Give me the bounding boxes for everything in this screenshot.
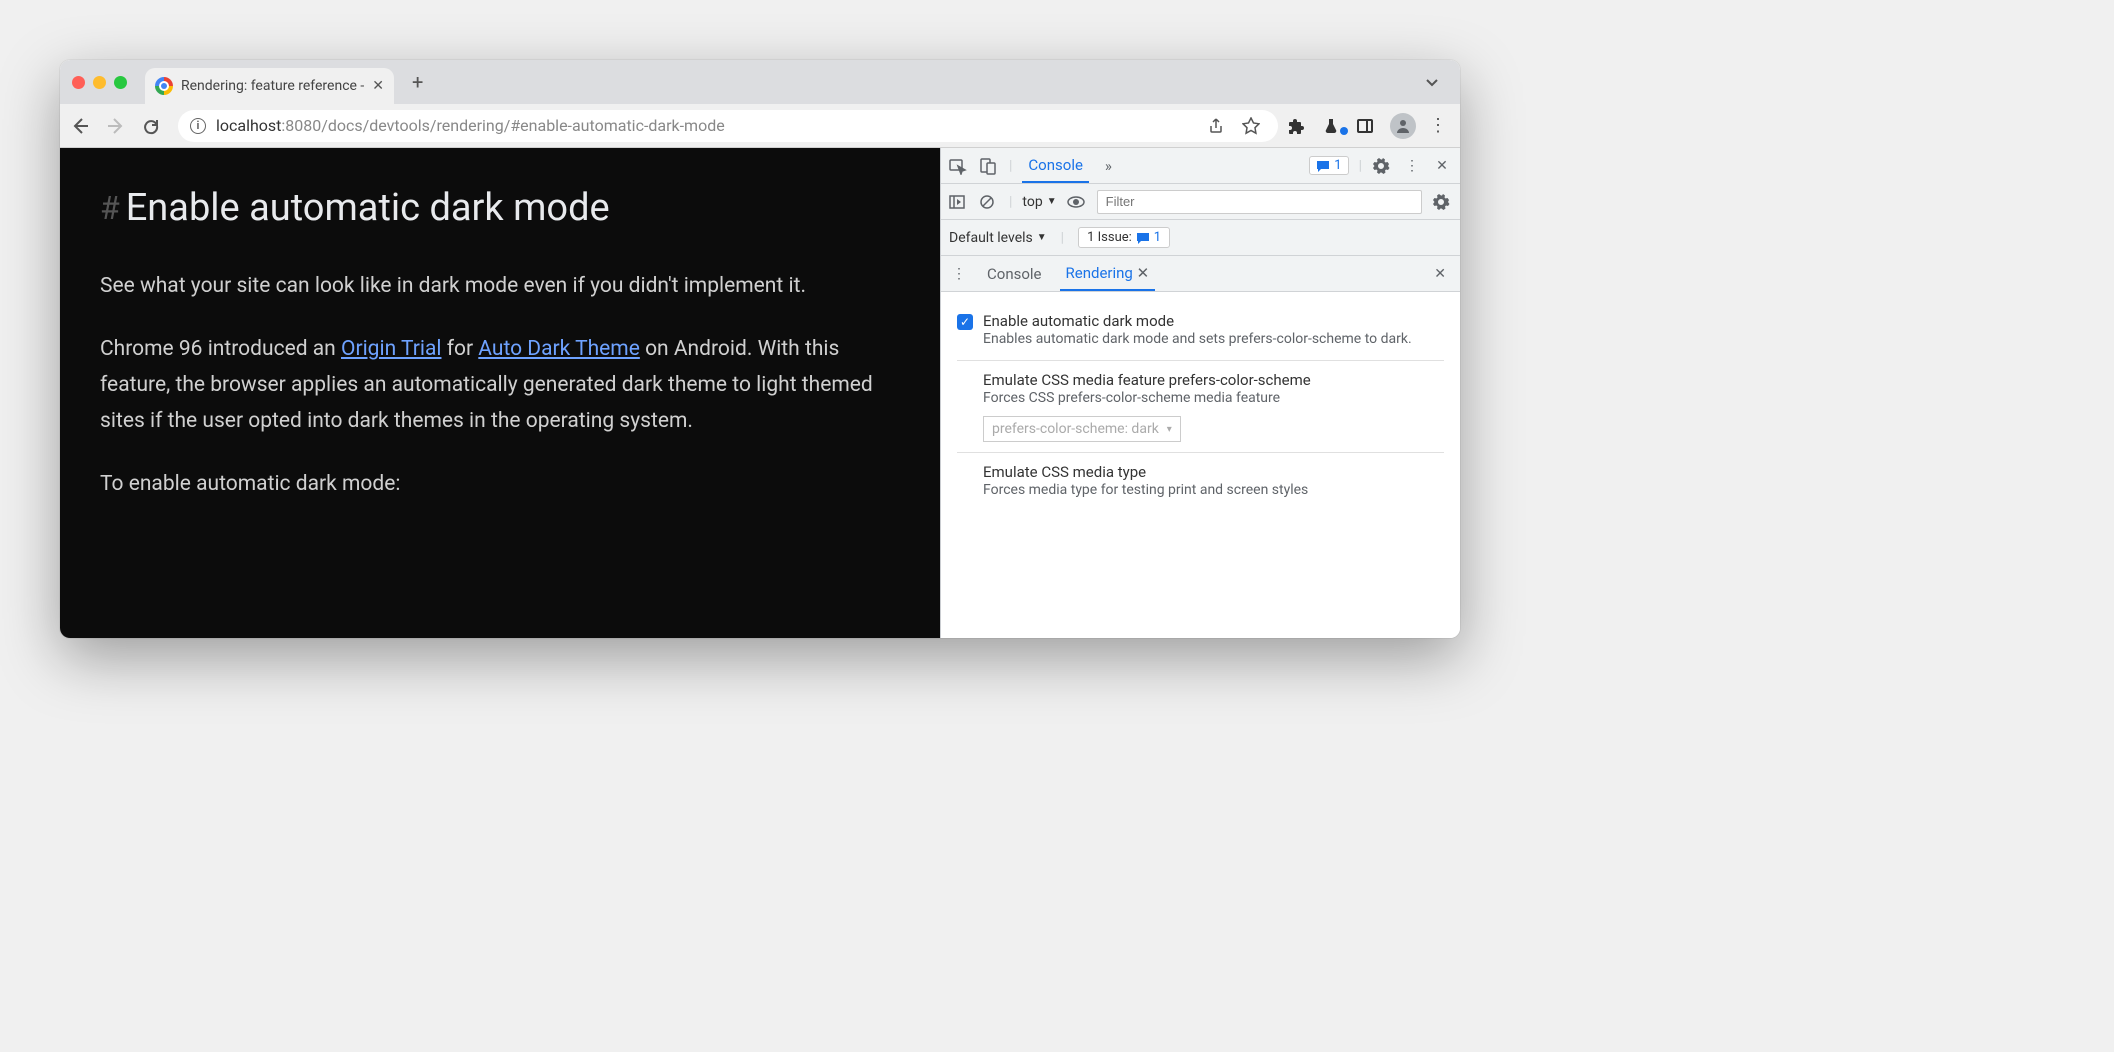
devtools-tabs: | Console » 1 | ⋮ ✕: [941, 148, 1460, 184]
url-text: localhost:8080/docs/devtools/rendering/#…: [216, 116, 725, 135]
inspect-icon[interactable]: [949, 157, 969, 175]
close-drawer-icon[interactable]: ✕: [1428, 266, 1452, 282]
chrome-menu-icon[interactable]: ⋮: [1426, 115, 1450, 136]
chrome-icon: [155, 77, 173, 95]
section-media-type: Emulate CSS media type Forces media type…: [957, 453, 1444, 511]
context-selector[interactable]: top▼: [1022, 194, 1056, 210]
drawer-tab-console[interactable]: Console: [981, 256, 1048, 291]
anchor-hash[interactable]: #: [100, 181, 120, 235]
titlebar: Rendering: feature reference - ✕ +: [60, 60, 1460, 104]
bookmark-icon[interactable]: [1242, 117, 1266, 135]
window-controls: [72, 76, 127, 89]
page-heading: # Enable automatic dark mode: [100, 176, 900, 241]
section-title: Enable automatic dark mode: [983, 312, 1444, 330]
browser-toolbar: i localhost:8080/docs/devtools/rendering…: [60, 104, 1460, 148]
close-window-button[interactable]: [72, 76, 85, 89]
close-drawer-tab-icon[interactable]: ✕: [1137, 264, 1150, 282]
address-bar[interactable]: i localhost:8080/docs/devtools/rendering…: [178, 110, 1278, 142]
browser-tab[interactable]: Rendering: feature reference - ✕: [145, 68, 394, 104]
link-auto-dark-theme[interactable]: Auto Dark Theme: [478, 337, 640, 361]
console-toolbar: | top▼: [941, 184, 1460, 220]
close-tab-icon[interactable]: ✕: [372, 78, 384, 94]
section-title: Emulate CSS media type: [983, 463, 1444, 481]
side-panel-icon[interactable]: [1356, 117, 1380, 135]
section-desc: Enables automatic dark mode and sets pre…: [983, 330, 1444, 350]
site-info-icon[interactable]: i: [190, 118, 206, 134]
profile-avatar[interactable]: [1390, 113, 1416, 139]
tab-title: Rendering: feature reference -: [181, 78, 364, 94]
sidebar-toggle-icon[interactable]: [949, 194, 969, 210]
drawer-menu-icon[interactable]: ⋮: [949, 266, 969, 282]
rendered-page: # Enable automatic dark mode See what yo…: [60, 148, 940, 638]
tabs-dropdown-icon[interactable]: [1416, 74, 1448, 90]
prefers-color-scheme-select[interactable]: prefers-color-scheme: dark ▾: [983, 416, 1181, 442]
share-icon[interactable]: [1208, 118, 1232, 134]
devtools-menu-icon[interactable]: ⋮: [1402, 158, 1422, 174]
checkbox-enable-dark-mode[interactable]: ✓: [957, 314, 973, 330]
reload-button[interactable]: [142, 117, 168, 135]
more-tabs-icon[interactable]: »: [1099, 148, 1118, 183]
device-toggle-icon[interactable]: [979, 157, 999, 175]
issues-badge[interactable]: 1 Issue: 1: [1078, 227, 1170, 248]
chrome-labs-icon[interactable]: [1322, 117, 1346, 135]
paragraph-1: See what your site can look like in dark…: [100, 269, 900, 305]
devtools-panel: | Console » 1 | ⋮ ✕: [940, 148, 1460, 638]
minimize-window-button[interactable]: [93, 76, 106, 89]
devtools-drawer: ⋮ Console Rendering ✕ ✕ ✓ Enable automat…: [941, 256, 1460, 638]
link-origin-trial[interactable]: Origin Trial: [341, 337, 441, 361]
content-area: # Enable automatic dark mode See what yo…: [60, 148, 1460, 638]
section-desc: Forces CSS prefers-color-scheme media fe…: [983, 389, 1444, 409]
extensions-icon[interactable]: [1288, 117, 1312, 135]
filter-input[interactable]: [1097, 190, 1422, 214]
back-button[interactable]: [70, 116, 96, 136]
tab-console[interactable]: Console: [1022, 148, 1089, 183]
section-desc: Forces media type for testing print and …: [983, 481, 1444, 501]
settings-icon[interactable]: [1372, 157, 1392, 175]
console-levels-row: Default levels▼ | 1 Issue: 1: [941, 220, 1460, 256]
rendering-panel: ✓ Enable automatic dark mode Enables aut…: [941, 292, 1460, 521]
drawer-tabs: ⋮ Console Rendering ✕ ✕: [941, 256, 1460, 292]
section-title: Emulate CSS media feature prefers-color-…: [983, 371, 1444, 389]
console-settings-icon[interactable]: [1432, 193, 1452, 211]
clear-console-icon[interactable]: [979, 194, 999, 210]
log-levels-selector[interactable]: Default levels▼: [949, 230, 1047, 246]
maximize-window-button[interactable]: [114, 76, 127, 89]
drawer-tab-rendering[interactable]: Rendering ✕: [1060, 256, 1156, 291]
forward-button[interactable]: [106, 116, 132, 136]
new-tab-button[interactable]: +: [412, 70, 423, 94]
messages-badge[interactable]: 1: [1309, 156, 1348, 175]
browser-window: Rendering: feature reference - ✕ + i loc…: [60, 60, 1460, 638]
live-expression-icon[interactable]: [1067, 193, 1087, 211]
section-prefers-color-scheme: Emulate CSS media feature prefers-color-…: [957, 361, 1444, 454]
paragraph-2: Chrome 96 introduced an Origin Trial for…: [100, 332, 900, 439]
section-enable-dark-mode: ✓ Enable automatic dark mode Enables aut…: [957, 302, 1444, 361]
paragraph-3: To enable automatic dark mode:: [100, 467, 900, 503]
close-devtools-icon[interactable]: ✕: [1432, 158, 1452, 174]
